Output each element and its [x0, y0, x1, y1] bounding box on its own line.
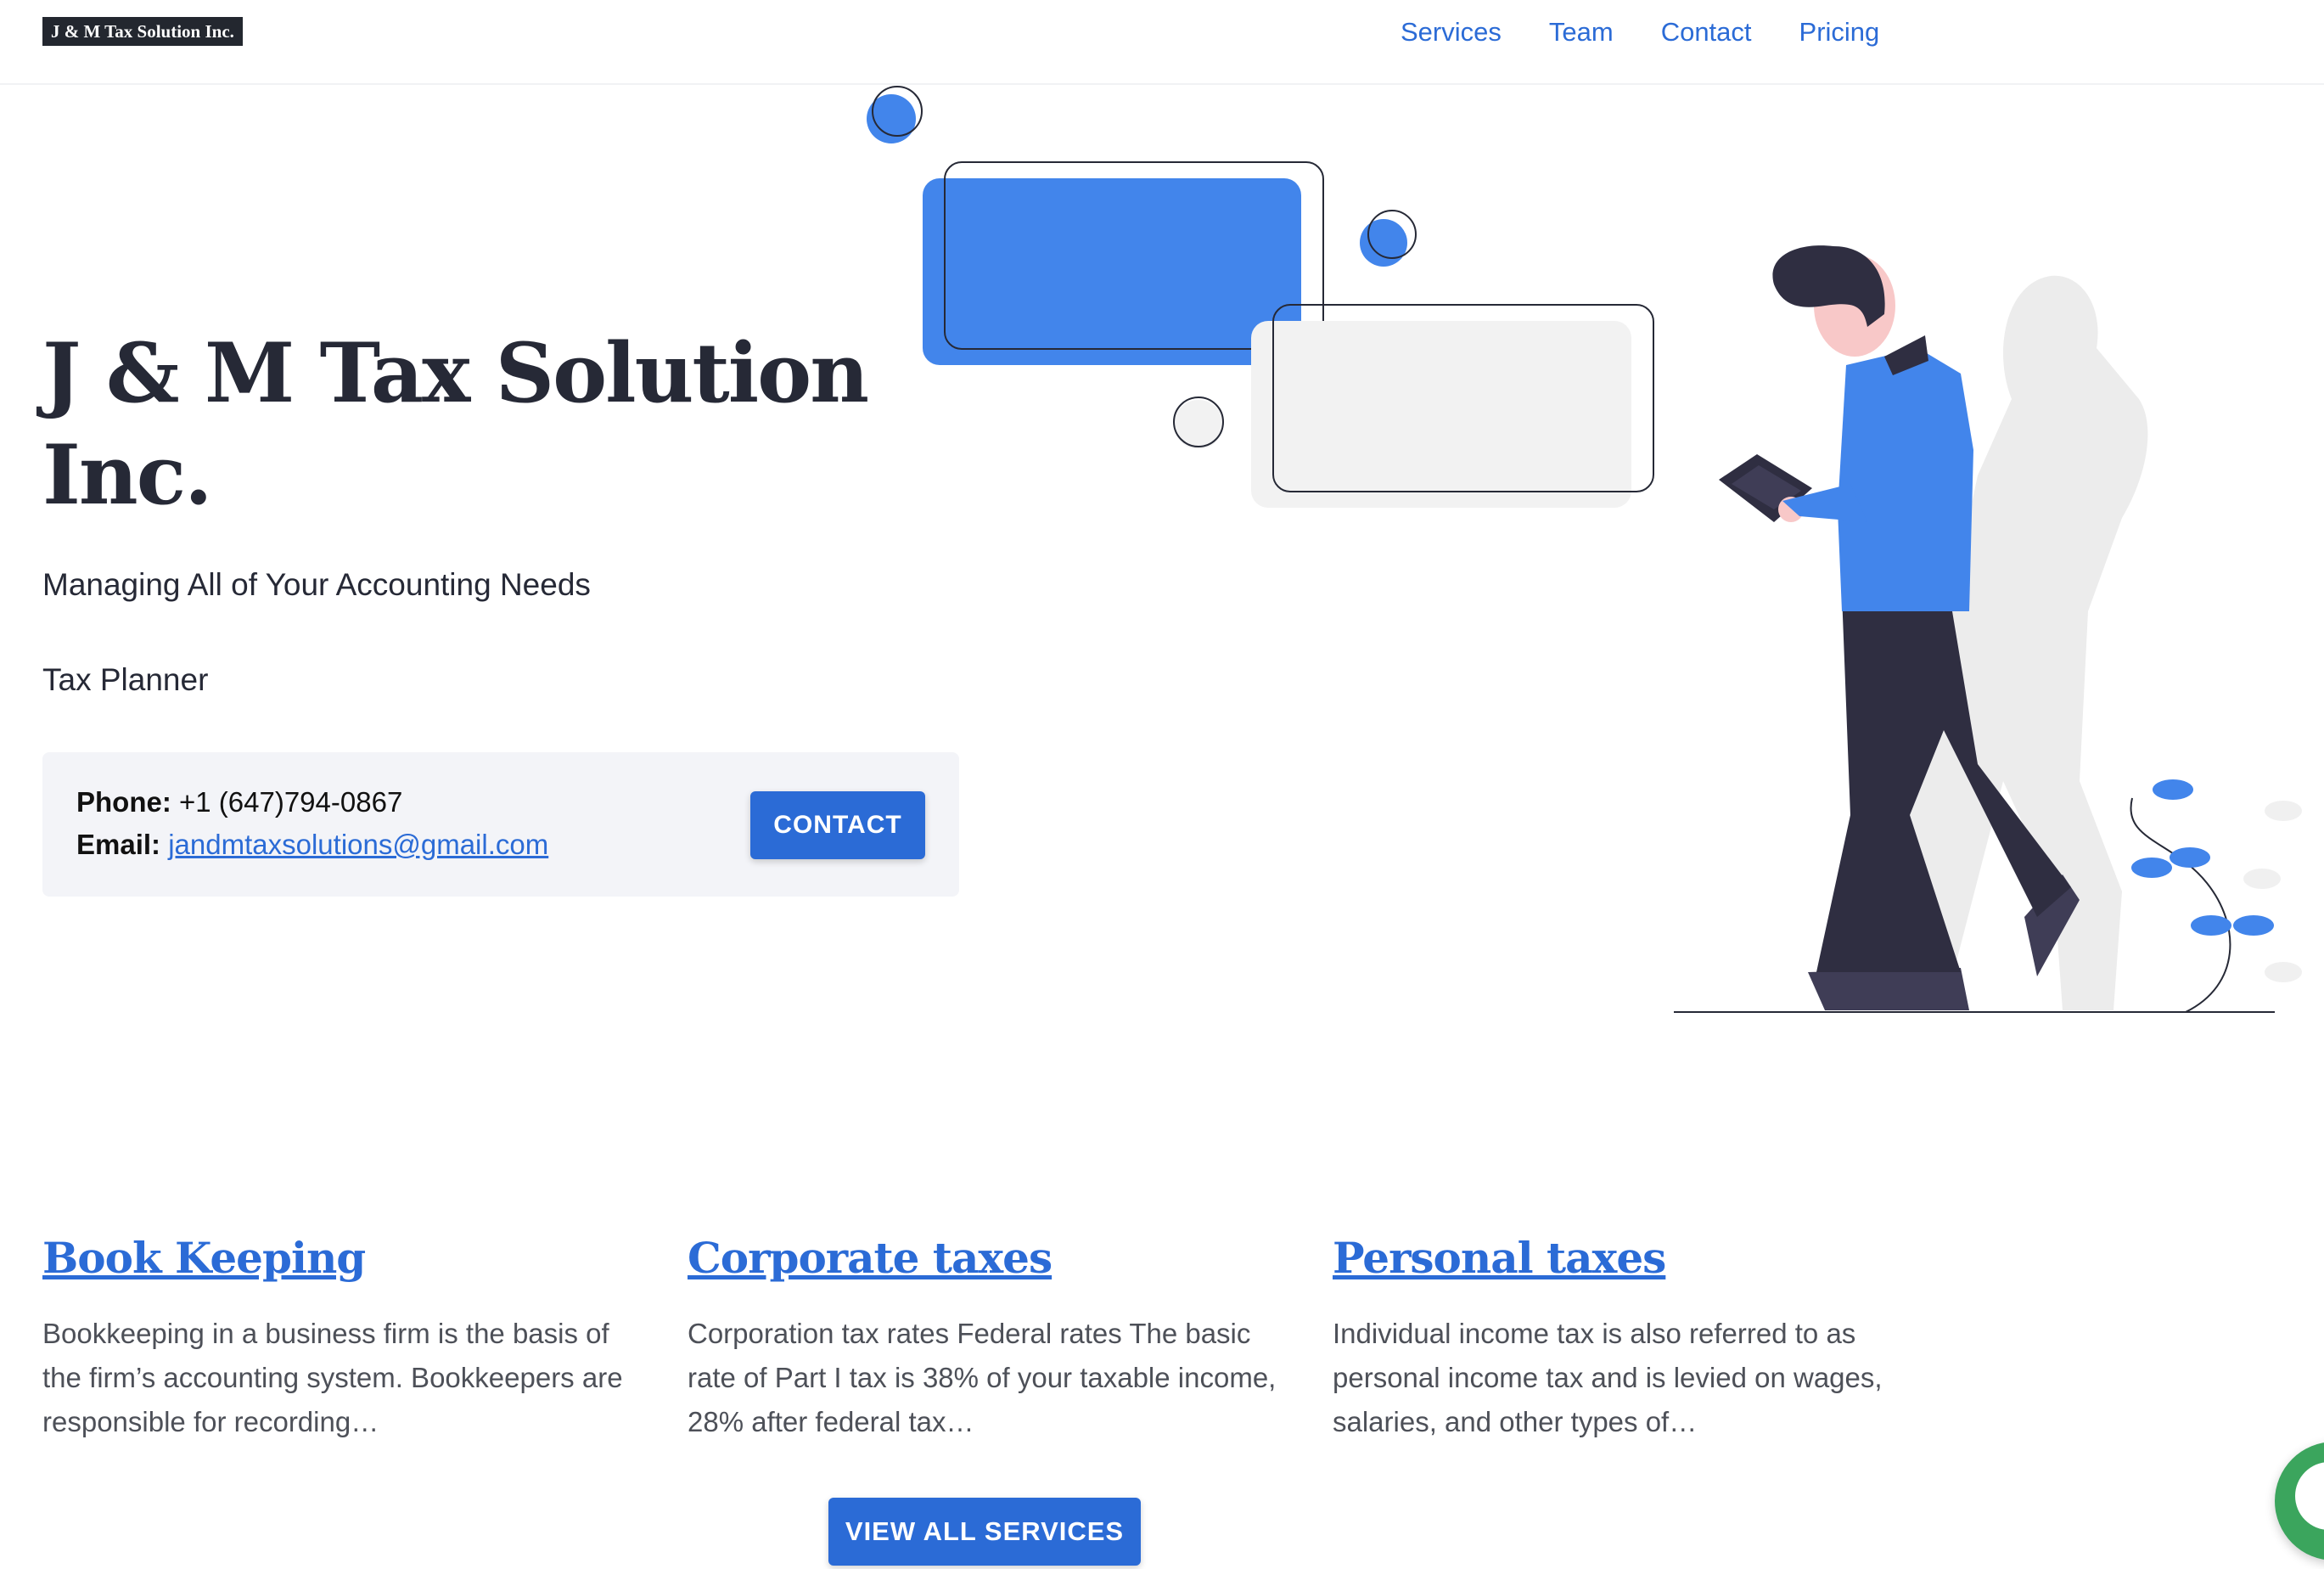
service-description: Corporation tax rates Federal rates The … [688, 1318, 1277, 1437]
chat-icon-inner [2295, 1462, 2324, 1530]
phone-number: +1 (647)794-0867 [179, 786, 403, 818]
decor-card-blue [923, 178, 1301, 365]
decor-circle-blue-2 [1360, 219, 1407, 267]
page-title-line1: J & M Tax Solution [42, 325, 869, 421]
service-description: Individual income tax is also referred t… [1333, 1318, 1883, 1437]
email-line: Email: jandmtaxsolutions@gmail.com [76, 829, 548, 861]
chat-icon[interactable] [2275, 1442, 2324, 1561]
service-title-personal-taxes: Personal taxes [1333, 1233, 1666, 1283]
service-link-corporate-taxes[interactable]: Corporate taxes [688, 1233, 1053, 1283]
hero-subtitle: Managing All of Your Accounting Needs [42, 567, 591, 602]
decor-circle-grey [1174, 400, 1223, 449]
page-title: J & M Tax Solution Inc. [42, 323, 891, 526]
phone-line: Phone: +1 (647)794-0867 [76, 786, 402, 818]
hero-illustration [867, 86, 2302, 1013]
page-title-line2: Inc. [42, 427, 213, 523]
service-title-corporate-taxes: Corporate taxes [688, 1233, 1053, 1283]
hero-role: Tax Planner [42, 662, 209, 697]
service-link-personal-taxes[interactable]: Personal taxes [1333, 1233, 1666, 1283]
contact-info-box: Phone: +1 (647)794-0867 Email: jandmtaxs… [42, 752, 959, 897]
contact-button[interactable]: CONTACT [750, 791, 925, 859]
service-title-book-keeping: Book Keeping [42, 1233, 366, 1283]
email-label: Email: [76, 829, 161, 860]
service-link-book-keeping[interactable]: Book Keeping [42, 1233, 366, 1283]
service-description: Bookkeeping in a business firm is the ba… [42, 1318, 623, 1437]
phone-label: Phone: [76, 786, 171, 818]
plant-shadow [2243, 801, 2302, 982]
plant [2130, 779, 2274, 1013]
email-link[interactable]: jandmtaxsolutions@gmail.com [168, 829, 548, 860]
view-all-services-button[interactable]: VIEW ALL SERVICES [828, 1498, 1141, 1566]
decor-card-grey [1251, 321, 1631, 508]
